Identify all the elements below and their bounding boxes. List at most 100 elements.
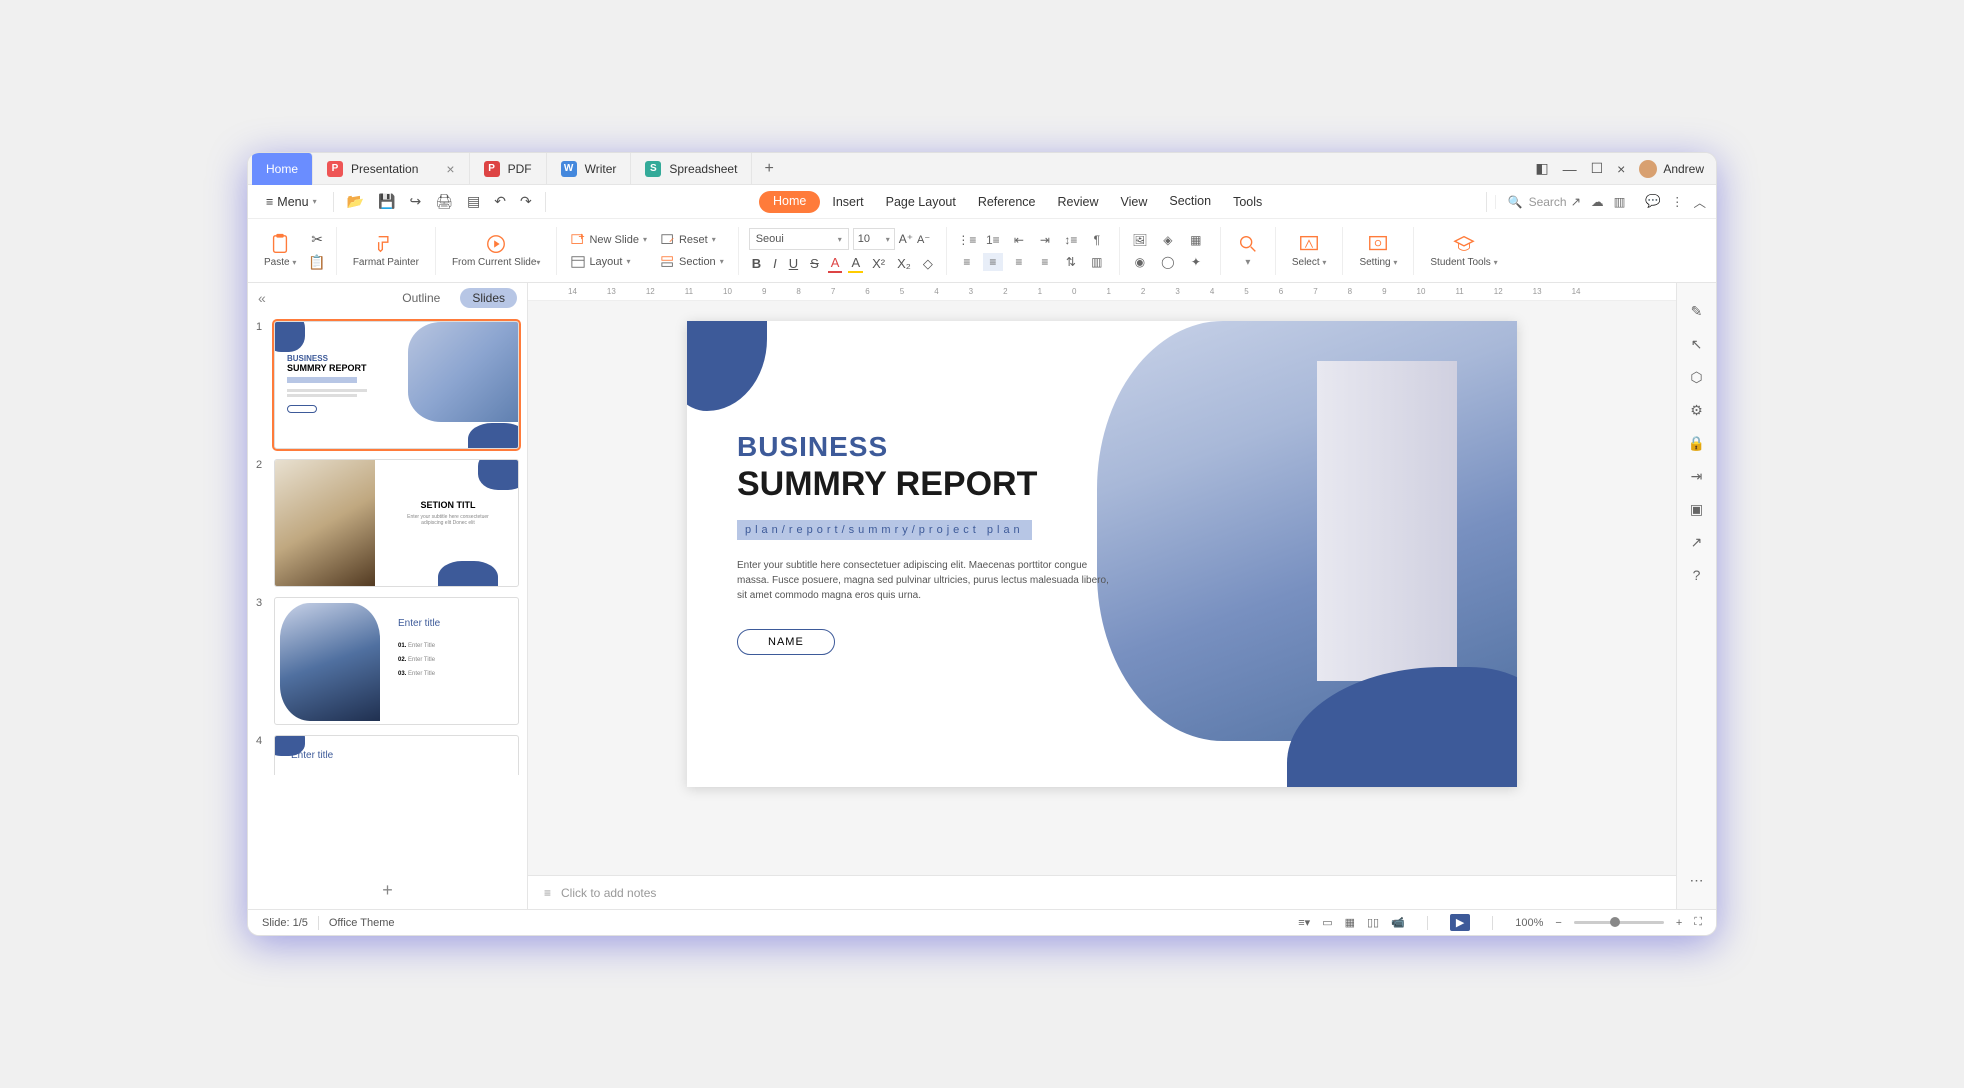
slide-name-button[interactable]: NAME <box>737 629 835 655</box>
layout-button[interactable]: Layout▾ <box>567 253 651 271</box>
decrease-font-icon[interactable]: A⁻ <box>917 233 930 246</box>
highlight-button[interactable]: A <box>848 254 863 273</box>
bold-button[interactable]: B <box>749 255 764 272</box>
shape-tool-icon[interactable]: ⬡ <box>1690 369 1702 386</box>
undo-icon[interactable]: ↶ <box>489 190 511 213</box>
align-right-icon[interactable]: ≡ <box>1009 253 1029 271</box>
tab-spreadsheet[interactable]: S Spreadsheet <box>631 153 752 185</box>
increase-font-icon[interactable]: A⁺ <box>899 232 913 246</box>
menu-reference[interactable]: Reference <box>968 191 1046 213</box>
decrease-indent-icon[interactable]: ⇤ <box>1009 231 1029 249</box>
collapse-panel-icon[interactable]: « <box>258 290 266 306</box>
window-snap-icon[interactable]: ◧ <box>1535 160 1548 177</box>
slideshow-view-icon[interactable]: 📹 <box>1391 916 1405 929</box>
italic-button[interactable]: I <box>770 255 780 272</box>
more-tools-icon[interactable]: ⋯ <box>1690 872 1704 889</box>
tab-presentation[interactable]: P Presentation × <box>313 153 470 185</box>
redo-icon[interactable]: ↷ <box>515 190 537 213</box>
view-menu-icon[interactable]: ≡▾ <box>1298 916 1310 929</box>
slide-subtitle[interactable]: Enter your subtitle here consectetuer ad… <box>737 558 1117 603</box>
menu-tools[interactable]: Tools <box>1223 191 1272 213</box>
tab-writer[interactable]: W Writer <box>547 153 632 185</box>
new-tab-button[interactable]: + <box>752 160 785 178</box>
share-icon[interactable]: ↗ <box>1571 194 1581 209</box>
outline-tab[interactable]: Outline <box>390 288 452 308</box>
export-icon[interactable]: ↪ <box>404 190 426 213</box>
format-painter-button[interactable]: Farmat Painter <box>347 231 425 270</box>
new-slide-button[interactable]: New Slide▾ <box>567 231 651 249</box>
slide-heading-1[interactable]: BUSINESS <box>737 431 1117 463</box>
thumbnail-3[interactable]: 3 Enter title 01. Enter Title 02. Enter … <box>256 597 519 725</box>
play-button[interactable]: ▶ <box>1450 914 1470 931</box>
save-icon[interactable]: 💾 <box>373 190 400 213</box>
setting-button[interactable]: Setting ▾ <box>1353 231 1403 270</box>
open-icon[interactable]: 📂 <box>342 190 369 213</box>
effects-icon[interactable]: ✦ <box>1186 253 1206 271</box>
sorter-view-icon[interactable]: ▦ <box>1345 916 1355 929</box>
font-name-select[interactable]: Seoui▾ <box>749 228 849 250</box>
shapes-icon[interactable]: ◈ <box>1158 231 1178 249</box>
help-icon[interactable]: ? <box>1693 567 1701 583</box>
print-icon[interactable]: 🖨 <box>430 190 458 213</box>
numbering-icon[interactable]: 1≡ <box>983 231 1003 249</box>
arrange-icon[interactable]: ▦ <box>1186 231 1206 249</box>
edit-tool-icon[interactable]: ✎ <box>1691 303 1703 320</box>
zoom-out-icon[interactable]: − <box>1555 917 1561 929</box>
find-button[interactable]: ▾ <box>1231 231 1265 270</box>
zoom-in-icon[interactable]: + <box>1676 917 1682 929</box>
outline-icon[interactable]: ◯ <box>1158 253 1178 271</box>
thumbnail-1[interactable]: 1 BUSINESS SUMMRY REPORT <box>256 321 519 449</box>
menu-review[interactable]: Review <box>1048 191 1109 213</box>
more-icon[interactable]: ⋮ <box>1671 194 1684 209</box>
menu-page-layout[interactable]: Page Layout <box>876 191 966 213</box>
menu-section[interactable]: Section <box>1159 191 1221 213</box>
user-menu[interactable]: Andrew <box>1639 160 1704 178</box>
sliders-icon[interactable]: ⚙ <box>1690 402 1703 419</box>
from-current-slide-button[interactable]: From Current Slide▾ <box>446 231 546 270</box>
paste-button[interactable]: Paste ▾ <box>258 231 302 270</box>
align-center-icon[interactable]: ≡ <box>983 253 1003 271</box>
menu-view[interactable]: View <box>1111 191 1158 213</box>
thumbnail-2[interactable]: 2 SETION TITL Enter your subtitle here c… <box>256 459 519 587</box>
increase-indent-icon[interactable]: ⇥ <box>1035 231 1055 249</box>
zoom-level[interactable]: 100% <box>1515 917 1543 929</box>
slide-breadcrumb-text[interactable]: plan/report/summry/project plan <box>737 520 1032 540</box>
collapse-ribbon-icon[interactable]: ︿ <box>1693 192 1706 211</box>
tab-pdf[interactable]: P PDF <box>470 153 547 185</box>
line-spacing-icon[interactable]: ↕≡ <box>1061 231 1081 249</box>
subscript-button[interactable]: X₂ <box>894 255 914 272</box>
select-button[interactable]: Select ▾ <box>1286 231 1333 270</box>
slide-heading-2[interactable]: SUMMRY REPORT <box>737 465 1117 504</box>
lock-icon[interactable]: 🔒 <box>1688 435 1705 452</box>
pointer-tool-icon[interactable]: ↖ <box>1691 336 1703 353</box>
distribute-icon[interactable]: ⇅ <box>1061 253 1081 271</box>
notes-panel[interactable]: ≡ Click to add notes <box>528 875 1676 909</box>
preview-icon[interactable]: ▤ <box>462 190 485 213</box>
close-icon[interactable]: × <box>446 161 454 177</box>
cloud-icon[interactable]: ☁ <box>1591 194 1604 209</box>
font-color-button[interactable]: A <box>828 254 843 273</box>
zoom-slider[interactable] <box>1574 921 1664 924</box>
chat-icon[interactable]: 💬 <box>1645 194 1661 209</box>
copy-icon[interactable]: 📋 <box>308 254 325 271</box>
exit-icon[interactable]: ⇥ <box>1691 468 1703 485</box>
justify-icon[interactable]: ≡ <box>1035 253 1055 271</box>
bullets-icon[interactable]: ⋮≡ <box>957 231 977 249</box>
cut-icon[interactable]: ✂ <box>311 231 323 248</box>
maximize-icon[interactable]: ☐ <box>1591 160 1604 177</box>
columns-icon[interactable]: ▥ <box>1087 253 1107 271</box>
add-slide-button[interactable]: + <box>248 872 527 909</box>
slide-canvas[interactable]: BUSINESS SUMMRY REPORT plan/report/summr… <box>687 321 1517 787</box>
reading-view-icon[interactable]: ▯▯ <box>1367 916 1379 929</box>
search-box[interactable]: 🔍 Search <box>1495 195 1567 209</box>
clear-format-button[interactable]: ◇ <box>920 255 936 273</box>
strikethrough-button[interactable]: S <box>807 255 822 272</box>
slides-tab[interactable]: Slides <box>460 288 517 308</box>
reset-button[interactable]: Reset▾ <box>657 231 728 249</box>
close-window-icon[interactable]: × <box>1617 161 1625 177</box>
normal-view-icon[interactable]: ▭ <box>1322 916 1332 929</box>
layout-toggle-icon[interactable]: ▥ <box>1614 194 1626 209</box>
menu-home[interactable]: Home <box>759 191 820 213</box>
share-side-icon[interactable]: ↗ <box>1691 534 1703 551</box>
student-tools-button[interactable]: Student Tools ▾ <box>1424 231 1503 270</box>
